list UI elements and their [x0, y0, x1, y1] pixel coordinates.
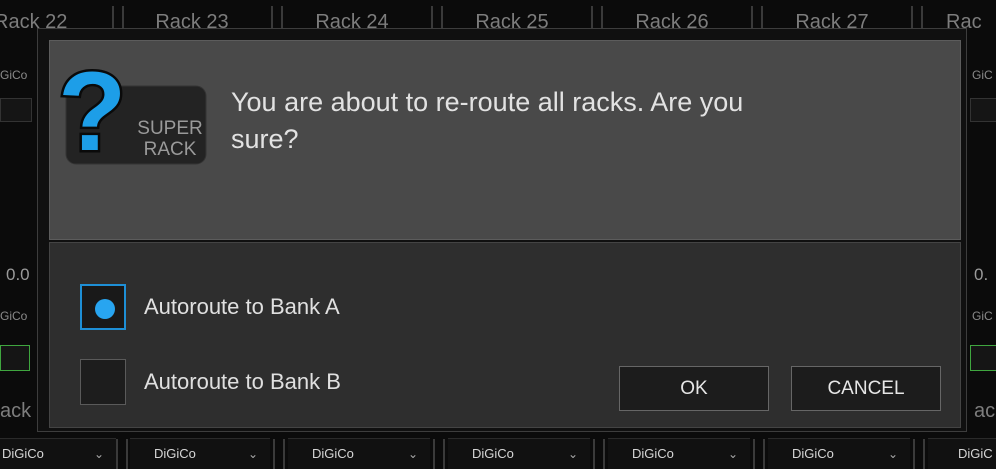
rack-footer-label: DiGiC: [958, 446, 993, 461]
left-ack-fragment: ack: [0, 400, 32, 422]
svg-text:RACK: RACK: [144, 139, 197, 160]
right-led-fragment: [970, 345, 996, 371]
cancel-button[interactable]: CANCEL: [791, 366, 941, 411]
rack-footer-23[interactable]: DiGiCo ⌄: [130, 438, 270, 469]
rack-footer-label: DiGiCo: [312, 446, 354, 461]
radio-checked-icon[interactable]: [80, 284, 126, 330]
chevron-down-icon[interactable]: ⌄: [568, 439, 578, 469]
right-gico-fragment-2: GiC: [972, 309, 993, 323]
right-field-fragment: [970, 98, 996, 122]
right-ac-fragment: ac: [974, 400, 996, 422]
chevron-down-icon[interactable]: ⌄: [728, 439, 738, 469]
message-line-1: You are about to re-route all racks. Are…: [231, 87, 744, 117]
rack-footer-22[interactable]: DiGiCo ⌄: [0, 438, 116, 469]
option-bank-a-label: Autoroute to Bank A: [144, 294, 340, 319]
question-mark-icon: ?: [58, 58, 126, 166]
rack-footer-label: DiGiCo: [472, 446, 514, 461]
left-gico-fragment-2: GiCo: [0, 309, 28, 323]
right-gico-fragment: GiC: [972, 68, 993, 82]
left-field-fragment: [0, 98, 32, 122]
chevron-down-icon[interactable]: ⌄: [888, 439, 898, 469]
rack-separator: [913, 439, 925, 469]
chevron-down-icon[interactable]: ⌄: [248, 439, 258, 469]
svg-text:SUPER: SUPER: [137, 118, 202, 139]
message-line-2: sure?: [231, 124, 299, 154]
rack-footer-label: DiGiCo: [792, 446, 834, 461]
rack-footer-label: DiGiCo: [154, 446, 196, 461]
ok-button[interactable]: OK: [619, 366, 769, 411]
option-bank-b-label: Autoroute to Bank B: [144, 369, 341, 394]
rack-footer-24[interactable]: DiGiCo ⌄: [288, 438, 430, 469]
rack-footer-25[interactable]: DiGiCo ⌄: [448, 438, 590, 469]
option-bank-b[interactable]: Autoroute to Bank B: [80, 359, 440, 405]
rack-footer-27[interactable]: DiGiCo ⌄: [768, 438, 910, 469]
rack-separator: [753, 439, 765, 469]
rack-footer-26[interactable]: DiGiCo ⌄: [608, 438, 750, 469]
chevron-down-icon[interactable]: ⌄: [94, 439, 104, 469]
chevron-down-icon[interactable]: ⌄: [408, 439, 418, 469]
rack-separator: [433, 439, 445, 469]
rack-footer-label: DiGiCo: [632, 446, 674, 461]
option-bank-a[interactable]: Autoroute to Bank A: [80, 284, 440, 330]
dialog-message: You are about to re-route all racks. Are…: [231, 84, 921, 158]
super-rack-logo: ? SUPER RACK: [56, 47, 208, 177]
left-led-fragment: [0, 345, 30, 371]
left-gico-fragment: GiCo: [0, 68, 28, 82]
rack-separator: [116, 439, 128, 469]
left-value-fragment: 0.0: [6, 265, 30, 284]
rack-footer-28[interactable]: DiGiC: [928, 438, 996, 469]
radio-unchecked-icon[interactable]: [80, 359, 126, 405]
rack-separator: [593, 439, 605, 469]
rack-separator: [273, 439, 285, 469]
right-value-fragment: 0.: [974, 265, 989, 284]
rack-footer-label: DiGiCo: [2, 446, 44, 461]
